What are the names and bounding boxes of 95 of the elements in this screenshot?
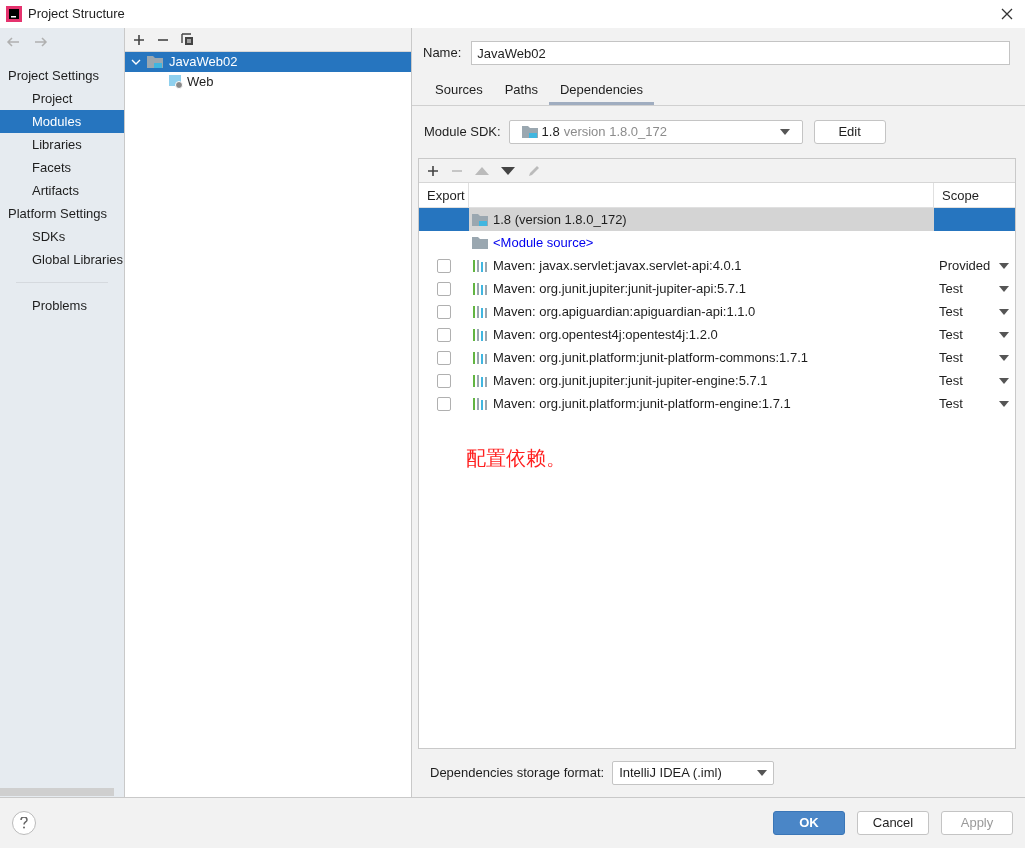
tab[interactable]: Paths	[493, 77, 549, 105]
dependency-name: Maven: org.opentest4j:opentest4j:1.2.0	[493, 325, 718, 344]
scope-text[interactable]: Test	[939, 393, 963, 414]
help-button[interactable]	[12, 811, 36, 835]
dependency-row[interactable]: Maven: org.apiguardian:apiguardian-api:1.1.0 Test	[419, 300, 1015, 323]
forward-arrow-icon[interactable]	[34, 37, 48, 47]
dependency-name: 1.8 (version 1.8.0_172)	[493, 210, 627, 229]
export-checkbox[interactable]	[437, 304, 451, 319]
caret-icon	[757, 770, 768, 776]
dependency-name: Maven: org.apiguardian:apiguardian-api:1.1.0	[493, 302, 756, 321]
add-icon[interactable]	[427, 164, 439, 177]
library-icon	[472, 396, 488, 411]
caret-icon	[999, 262, 1009, 269]
sidebar-item[interactable]: Facets	[0, 156, 124, 179]
dependency-row[interactable]: <Module source>	[419, 231, 1015, 254]
export-checkbox[interactable]	[437, 281, 451, 296]
export-checkbox[interactable]	[437, 327, 451, 342]
close-icon	[1001, 8, 1013, 20]
export-checkbox[interactable]	[437, 258, 451, 273]
caret-icon	[999, 354, 1009, 361]
sdk-version-text: version 1.8.0_172	[563, 123, 668, 142]
scope-text[interactable]: Test	[939, 324, 963, 345]
caret-icon	[999, 285, 1009, 292]
export-checkbox[interactable]	[437, 373, 451, 388]
copy-icon[interactable]	[181, 33, 194, 46]
dependency-name: Maven: org.junit.platform:junit-platform-engine:1.7.1	[493, 394, 791, 413]
dependency-row[interactable]: Maven: javax.servlet:javax.servlet-api:4.0.1 Provided	[419, 254, 1015, 277]
dependency-name: Maven: org.junit.jupiter:junit-jupiter-api:5.7.1	[493, 279, 746, 298]
caret-icon	[999, 377, 1009, 384]
name-input[interactable]: JavaWeb02	[471, 41, 1010, 65]
storage-format-dropdown[interactable]: IntelliJ IDEA (.iml)	[612, 761, 775, 785]
scope-text[interactable]: Test	[939, 301, 963, 322]
library-icon	[472, 304, 488, 319]
dependency-row[interactable]: Maven: org.junit.platform:junit-platform-engine:1.7.1 Test	[419, 392, 1015, 415]
dependency-name: <Module source>	[493, 233, 594, 252]
folder-icon	[472, 235, 488, 250]
move-up-icon[interactable]	[475, 166, 489, 175]
module-sdk-label: Module SDK:	[424, 123, 501, 142]
column-header: Export	[419, 183, 469, 207]
library-icon	[472, 281, 488, 296]
column-header: Scope	[941, 186, 980, 205]
folder-icon	[147, 55, 163, 69]
library-icon	[472, 258, 488, 273]
tree-item[interactable]: Web	[125, 72, 411, 92]
dependency-row[interactable]: Maven: org.junit.platform:junit-platform-commons:1.7.1 Test	[419, 346, 1015, 369]
export-checkbox[interactable]	[437, 350, 451, 365]
dependency-row[interactable]: 1.8 (version 1.8.0_172)	[419, 208, 1015, 231]
sidebar-item[interactable]: Global Libraries	[0, 248, 124, 271]
caret-icon	[779, 129, 790, 135]
pencil-icon[interactable]	[527, 163, 541, 178]
folder-icon	[521, 125, 538, 139]
sidebar-section-title: Platform Settings	[7, 205, 108, 223]
dependency-row[interactable]: Maven: org.junit.jupiter:junit-jupiter-api:5.7.1 Test	[419, 277, 1015, 300]
question-mark-icon	[20, 817, 28, 829]
library-icon	[472, 327, 488, 342]
library-icon	[472, 350, 488, 365]
web-folder-icon	[169, 75, 183, 89]
caret-icon	[999, 308, 1009, 315]
caret-icon	[999, 331, 1009, 338]
move-down-icon[interactable]	[501, 166, 515, 175]
sidebar-item[interactable]: Libraries	[0, 133, 124, 156]
dialog-button[interactable]: OK	[773, 811, 845, 835]
dependency-row[interactable]: Maven: org.opentest4j:opentest4j:1.2.0 Test	[419, 323, 1015, 346]
sidebar-item[interactable]: Modules	[0, 110, 124, 133]
back-arrow-icon[interactable]	[6, 37, 20, 47]
storage-format-label: Dependencies storage format:	[430, 764, 605, 783]
sidebar-section-title: Project Settings	[7, 67, 101, 85]
library-icon	[472, 373, 488, 388]
add-icon[interactable]	[133, 33, 145, 46]
tab[interactable]: Sources	[424, 77, 494, 105]
edit-button[interactable]: Edit	[813, 120, 886, 144]
annotation-text: 配置依赖。	[466, 447, 566, 469]
sidebar-item[interactable]: SDKs	[0, 225, 124, 248]
app-logo-icon	[6, 6, 22, 22]
dependency-name: Maven: javax.servlet:javax.servlet-api:4.0.1	[493, 256, 742, 275]
tree-item[interactable]: JavaWeb02	[125, 52, 411, 72]
tab[interactable]: Dependencies	[548, 77, 655, 105]
window-title: Project Structure	[28, 5, 125, 24]
sidebar-item[interactable]: Project	[0, 87, 124, 110]
sidebar-item[interactable]: Problems	[0, 294, 124, 317]
export-checkbox[interactable]	[437, 396, 451, 411]
scope-text[interactable]: Test	[939, 347, 963, 368]
sidebar-item[interactable]: Artifacts	[0, 179, 124, 202]
dependency-row[interactable]: Maven: org.junit.jupiter:junit-jupiter-engine:5.7.1 Test	[419, 369, 1015, 392]
name-label: Name:	[423, 44, 462, 63]
sdk-dropdown[interactable]: 1.8 version 1.8.0_172	[508, 120, 803, 144]
dialog-button[interactable]: Cancel	[857, 811, 929, 835]
caret-icon	[999, 400, 1009, 407]
dependency-name: Maven: org.junit.jupiter:junit-jupiter-engine:5.7.1	[493, 371, 768, 390]
dependency-name: Maven: org.junit.platform:junit-platform-commons:1.7.1	[493, 348, 808, 367]
scope-text[interactable]: Test	[939, 278, 963, 299]
scope-text[interactable]: Test	[939, 370, 963, 391]
scope-text[interactable]: Provided	[939, 255, 991, 276]
chevron-icon	[131, 57, 141, 67]
folder-icon	[472, 212, 488, 227]
